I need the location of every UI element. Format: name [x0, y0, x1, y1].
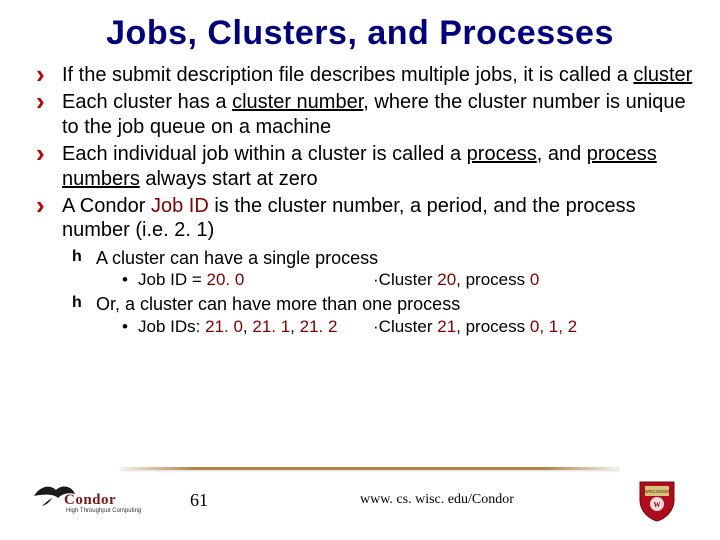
val: 21. 0: [205, 317, 243, 336]
bullet-2: Each cluster has a cluster number, where…: [36, 90, 698, 139]
condor-logo: Condor High Throughput Computing: [30, 480, 150, 520]
val: 21. 2: [300, 317, 338, 336]
bullet-4: A Condor Job ID is the cluster number, a…: [36, 194, 698, 243]
text: ,: [243, 317, 252, 336]
svg-text:WISCONSIN: WISCONSIN: [645, 489, 669, 494]
text: , process: [456, 270, 530, 289]
val: 0: [530, 270, 539, 289]
text: always start at zero: [140, 168, 318, 190]
text: Or, a cluster can have more than one pro…: [96, 294, 460, 314]
text: ·Cluster: [373, 317, 437, 336]
bullet-1: If the submit description file describes…: [36, 63, 698, 87]
bullet-list: If the submit description file describes…: [22, 63, 698, 243]
logo-subtext: High Throughput Computing: [66, 508, 141, 514]
sub-list: A cluster can have a single process Job …: [22, 247, 698, 338]
text: Each cluster has a: [62, 91, 232, 113]
sub-2: Or, a cluster can have more than one pro…: [72, 293, 698, 338]
term-cluster-number: cluster number: [232, 91, 363, 113]
text: Job ID =: [138, 270, 207, 289]
slide-title: Jobs, Clusters, and Processes: [22, 14, 698, 53]
text: , process: [456, 317, 530, 336]
subsub-2a: Job IDs: 21. 0, 21. 1, 21. 2 ·Cluster 21…: [122, 316, 698, 338]
text: ·Cluster: [373, 270, 437, 289]
bullet-3: Each individual job within a cluster is …: [36, 142, 698, 191]
text: ,: [290, 317, 299, 336]
term-process: process: [467, 143, 537, 165]
subsub-list-2: Job IDs: 21. 0, 21. 1, 21. 2 ·Cluster 21…: [96, 316, 698, 338]
text: If the submit description file describes…: [62, 64, 633, 86]
val: 21: [437, 317, 456, 336]
val: 20. 0: [207, 270, 245, 289]
text: A cluster can have a single process: [96, 248, 378, 268]
subsub-1a: Job ID = 20. 0 ·Cluster 20, process 0: [122, 269, 698, 291]
val: 0, 1, 2: [530, 317, 577, 336]
text: , and: [537, 143, 587, 165]
val: 21. 1: [252, 317, 290, 336]
text: A Condor: [62, 195, 151, 217]
svg-text:W: W: [654, 501, 661, 509]
text: Job IDs:: [138, 317, 205, 336]
term-cluster: cluster: [633, 64, 692, 86]
logo-text: Condor: [64, 492, 116, 509]
page-number: 61: [150, 490, 300, 511]
term-job-id: Job ID: [151, 195, 209, 217]
wisconsin-crest-icon: W WISCONSIN: [634, 478, 690, 522]
subsub-list-1: Job ID = 20. 0 ·Cluster 20, process 0: [96, 269, 698, 291]
divider: [120, 467, 620, 470]
sub-1: A cluster can have a single process Job …: [72, 247, 698, 292]
footer-url: www. cs. wisc. edu/Condor: [300, 492, 634, 508]
text: Each individual job within a cluster is …: [62, 143, 467, 165]
slide-footer: Condor High Throughput Computing 61 www.…: [0, 467, 720, 522]
val: 20: [437, 270, 456, 289]
